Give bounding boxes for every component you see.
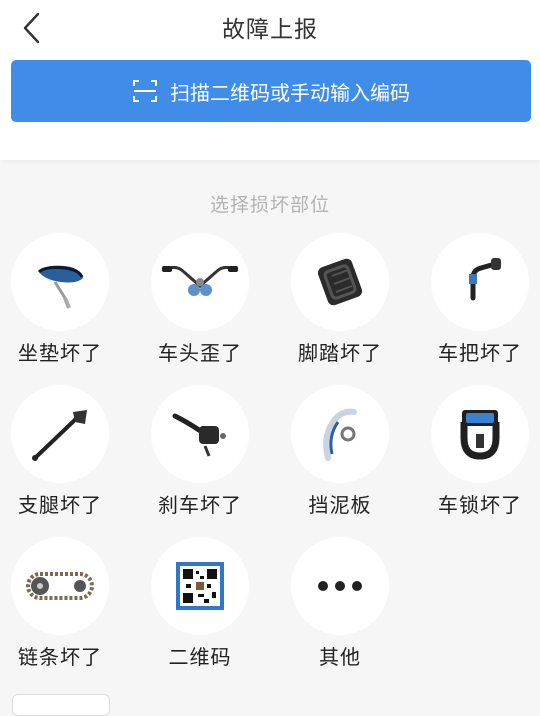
- item-kickstand[interactable]: 支腿坏了: [6, 385, 126, 525]
- header: 故障上报 扫描二维码或手动输入编码: [0, 0, 540, 160]
- item-brake[interactable]: 刹车坏了: [146, 385, 266, 525]
- handlebar-icon: [151, 233, 249, 331]
- item-pedal[interactable]: 脚踏坏了: [286, 233, 406, 373]
- kickstand-icon: [11, 385, 109, 483]
- brake-lever-icon: [151, 385, 249, 483]
- lock-icon: [431, 385, 529, 483]
- item-label: 车头歪了: [158, 341, 242, 365]
- item-label: 车把坏了: [438, 341, 522, 365]
- scan-label: 扫描二维码或手动输入编码: [170, 80, 410, 105]
- page-title: 故障上报: [222, 17, 318, 43]
- item-grip[interactable]: 车把坏了: [426, 233, 540, 373]
- chain-icon: [11, 537, 109, 635]
- grip-icon: [431, 233, 529, 331]
- item-label: 支腿坏了: [18, 493, 102, 517]
- item-label: 二维码: [168, 645, 232, 669]
- qr-code-icon: [151, 537, 249, 635]
- pedal-icon: [291, 233, 389, 331]
- item-label: 挡泥板: [308, 493, 372, 517]
- item-handlebar[interactable]: 车头歪了: [146, 233, 266, 373]
- item-label: 坐垫坏了: [18, 341, 102, 365]
- item-seat[interactable]: 坐垫坏了: [6, 233, 126, 373]
- item-label: 链条坏了: [18, 645, 102, 669]
- item-label: 车锁坏了: [438, 493, 522, 517]
- more-icon: [291, 537, 389, 635]
- item-label: 脚踏坏了: [298, 341, 382, 365]
- section-title: 选择损坏部位: [209, 194, 330, 216]
- item-qr-code[interactable]: 二维码: [146, 537, 266, 677]
- item-fender[interactable]: 挡泥板: [286, 385, 406, 525]
- item-label: 其他: [319, 645, 361, 669]
- scan-code-button[interactable]: 扫描二维码或手动输入编码: [11, 60, 531, 122]
- scan-icon: [133, 80, 157, 102]
- item-other[interactable]: 其他: [286, 537, 406, 677]
- item-label: 刹车坏了: [158, 493, 242, 517]
- fender-icon: [291, 385, 389, 483]
- item-lock[interactable]: 车锁坏了: [426, 385, 540, 525]
- seat-icon: [11, 233, 109, 331]
- item-chain[interactable]: 链条坏了: [6, 537, 126, 677]
- bottom-input-fragment: [12, 694, 110, 716]
